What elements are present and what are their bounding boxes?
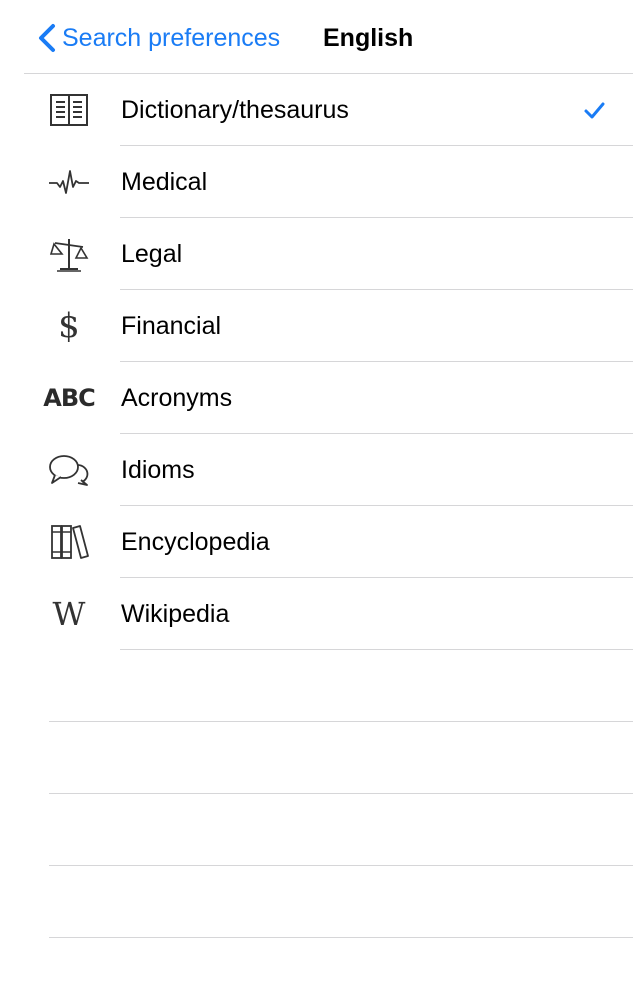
scales-icon bbox=[46, 234, 92, 274]
heartbeat-icon bbox=[46, 162, 92, 202]
navigation-bar: Search preferences English bbox=[24, 0, 633, 74]
list-item-label: Financial bbox=[121, 312, 222, 340]
chevron-left-icon bbox=[39, 24, 55, 52]
list-item-legal[interactable]: Legal bbox=[0, 218, 633, 290]
list-item-label: Encyclopedia bbox=[121, 528, 270, 556]
list-item-acronyms[interactable]: ABC Acronyms bbox=[0, 362, 633, 434]
wikipedia-icon: W bbox=[52, 595, 86, 633]
empty-row bbox=[0, 650, 633, 722]
empty-row bbox=[0, 722, 633, 794]
list-item-wikipedia[interactable]: W Wikipedia bbox=[0, 578, 633, 650]
list-item-label: Acronyms bbox=[121, 384, 233, 412]
list-item-medical[interactable]: Medical bbox=[0, 146, 633, 218]
checkmark-icon bbox=[584, 102, 605, 119]
list-item-label: Dictionary/thesaurus bbox=[121, 96, 349, 124]
abc-icon: ABC bbox=[43, 384, 95, 412]
list-item-encyclopedia[interactable]: Encyclopedia bbox=[0, 506, 633, 578]
back-button-label: Search preferences bbox=[62, 23, 281, 52]
dollar-icon: $ bbox=[58, 306, 80, 346]
empty-row bbox=[0, 866, 633, 938]
speech-bubbles-icon bbox=[46, 450, 92, 490]
list-item-label: Legal bbox=[121, 240, 183, 268]
open-book-icon bbox=[46, 90, 92, 130]
empty-row bbox=[0, 794, 633, 866]
list-item-label: Medical bbox=[121, 168, 208, 196]
books-icon bbox=[46, 522, 92, 562]
list-item-label: Idioms bbox=[121, 456, 195, 484]
list-item-label: Wikipedia bbox=[121, 600, 230, 628]
list-item-financial[interactable]: $ Financial bbox=[0, 290, 633, 362]
search-source-list: Dictionary/thesaurus Medical Legal $ Fin… bbox=[0, 74, 633, 938]
page-title: English bbox=[323, 24, 414, 52]
list-item-idioms[interactable]: Idioms bbox=[0, 434, 633, 506]
list-item-dictionary-thesaurus[interactable]: Dictionary/thesaurus bbox=[0, 74, 633, 146]
back-button[interactable]: Search preferences bbox=[36, 18, 280, 58]
